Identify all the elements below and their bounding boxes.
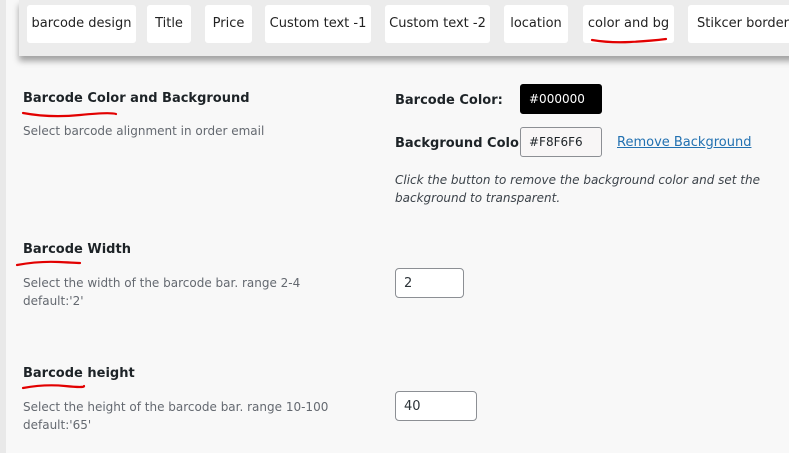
background-color-label: Background Color:: [395, 136, 531, 151]
color-section-title: Barcode Color and Background: [23, 91, 250, 106]
height-section-title: Barcode height: [23, 366, 135, 381]
barcode-color-input[interactable]: #000000: [520, 84, 602, 114]
height-section-description: Select the height of the barcode bar. ra…: [23, 400, 329, 432]
tab-title[interactable]: Title: [147, 5, 191, 43]
barcode-height-input[interactable]: [395, 391, 477, 421]
remove-background-link[interactable]: Remove Background: [617, 135, 751, 150]
settings-panel: [6, 0, 789, 453]
tab-custom-text-1[interactable]: Custom text -1: [265, 5, 371, 43]
barcode-color-label: Barcode Color:: [395, 93, 503, 108]
annotation-underline-tab: [590, 37, 668, 44]
width-section-description: Select the width of the barcode bar. ran…: [23, 276, 301, 308]
remove-background-note: Click the button to remove the backgroun…: [395, 173, 760, 205]
annotation-underline-color-title: [21, 111, 118, 118]
background-color-input[interactable]: #F8F6F6: [520, 127, 602, 157]
annotation-underline-width-title: [15, 260, 82, 267]
tab-sticker-border[interactable]: Stikcer border: [688, 5, 789, 43]
tab-barcode-design[interactable]: barcode design: [27, 5, 136, 43]
annotation-underline-height-title: [21, 384, 86, 390]
tab-price[interactable]: Price: [205, 5, 252, 43]
tab-location[interactable]: location: [504, 5, 568, 43]
width-section-title: Barcode Width: [23, 242, 131, 257]
barcode-width-input[interactable]: [395, 268, 464, 298]
color-section-description: Select barcode alignment in order email: [23, 124, 265, 138]
tab-custom-text-2[interactable]: Custom text -2: [385, 5, 490, 43]
tab-bar: barcode design Title Price Custom text -…: [19, 0, 789, 56]
